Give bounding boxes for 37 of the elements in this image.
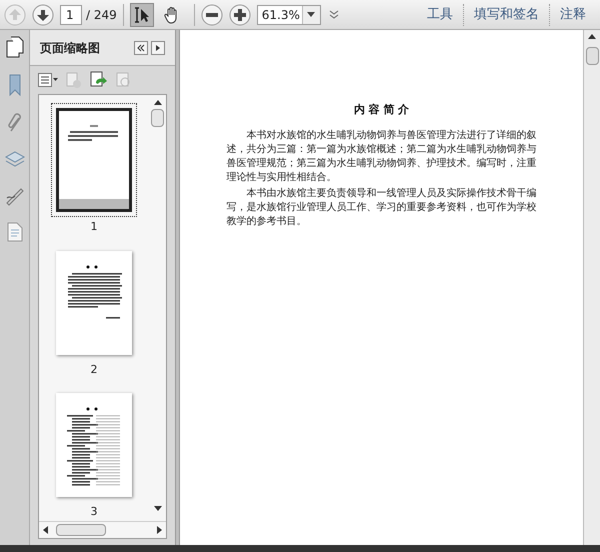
- page-number-label: 3: [90, 504, 98, 520]
- scrollbar-thumb[interactable]: [56, 524, 106, 536]
- page-thumbnail[interactable]: [56, 250, 132, 354]
- page-number-label: 2: [90, 362, 98, 378]
- scrollbar-thumb[interactable]: [151, 109, 164, 127]
- signature-pen-icon[interactable]: [4, 186, 24, 206]
- page-number-field[interactable]: 1: [60, 4, 82, 24]
- scroll-down-arrow-icon[interactable]: [154, 506, 162, 511]
- scroll-right-arrow-icon[interactable]: [157, 526, 162, 534]
- page-thumbnail[interactable]: [56, 108, 132, 212]
- text-cursor-arrow-icon: [132, 6, 151, 24]
- zoom-dropdown[interactable]: 61.3%: [256, 4, 321, 24]
- pages-icon[interactable]: [4, 36, 24, 58]
- select-tool-button[interactable]: [130, 2, 154, 26]
- document-paragraph: 本书由水族馆主要负责领导和一线管理人员及实际操作技术骨干编写，是水族馆行业管理人员工作、学习的重要参考资料，也可作为学校教学的参考书目。: [226, 186, 536, 228]
- scroll-up-arrow-icon[interactable]: [154, 100, 162, 105]
- caret-icon: [307, 12, 316, 17]
- scroll-left-arrow-icon[interactable]: [43, 526, 48, 534]
- zoom-in-icon[interactable]: [228, 4, 251, 26]
- zoom-out-icon[interactable]: [200, 4, 223, 26]
- scrollbar-thumb[interactable]: [586, 47, 598, 65]
- document-heading: 内 容 简 介: [352, 102, 410, 118]
- collapse-panel-icon[interactable]: [134, 40, 148, 54]
- toolbar-link[interactable]: 工具: [417, 4, 463, 24]
- page-count: / 249: [86, 6, 117, 24]
- expand-panel-icon[interactable]: [151, 40, 165, 54]
- document-paragraph: 本书对水族馆的水生哺乳动物饲养与兽医管理方法进行了详细的叙述，共分为三篇：第一篇为水族馆概述；第二篇为水生哺乳动物饲养与兽医管理规范；第三篇为水生哺乳动物饲养、护理技术。编写时，注重理论性与实用性相结合。: [226, 128, 536, 184]
- document-icon[interactable]: [6, 222, 22, 242]
- options-menu-icon[interactable]: [38, 73, 58, 87]
- page-thumbnail[interactable]: [56, 393, 132, 497]
- paperclip-icon[interactable]: [6, 112, 24, 134]
- rotate-page-icon[interactable]: [90, 71, 108, 89]
- page-number-label: 1: [90, 219, 98, 235]
- toolbar-link[interactable]: 填写和签名: [464, 4, 549, 24]
- scroll-up-arrow-icon[interactable]: [588, 34, 596, 39]
- toolbar-link[interactable]: 注释: [550, 4, 596, 24]
- panel-title: 页面缩略图: [40, 40, 101, 56]
